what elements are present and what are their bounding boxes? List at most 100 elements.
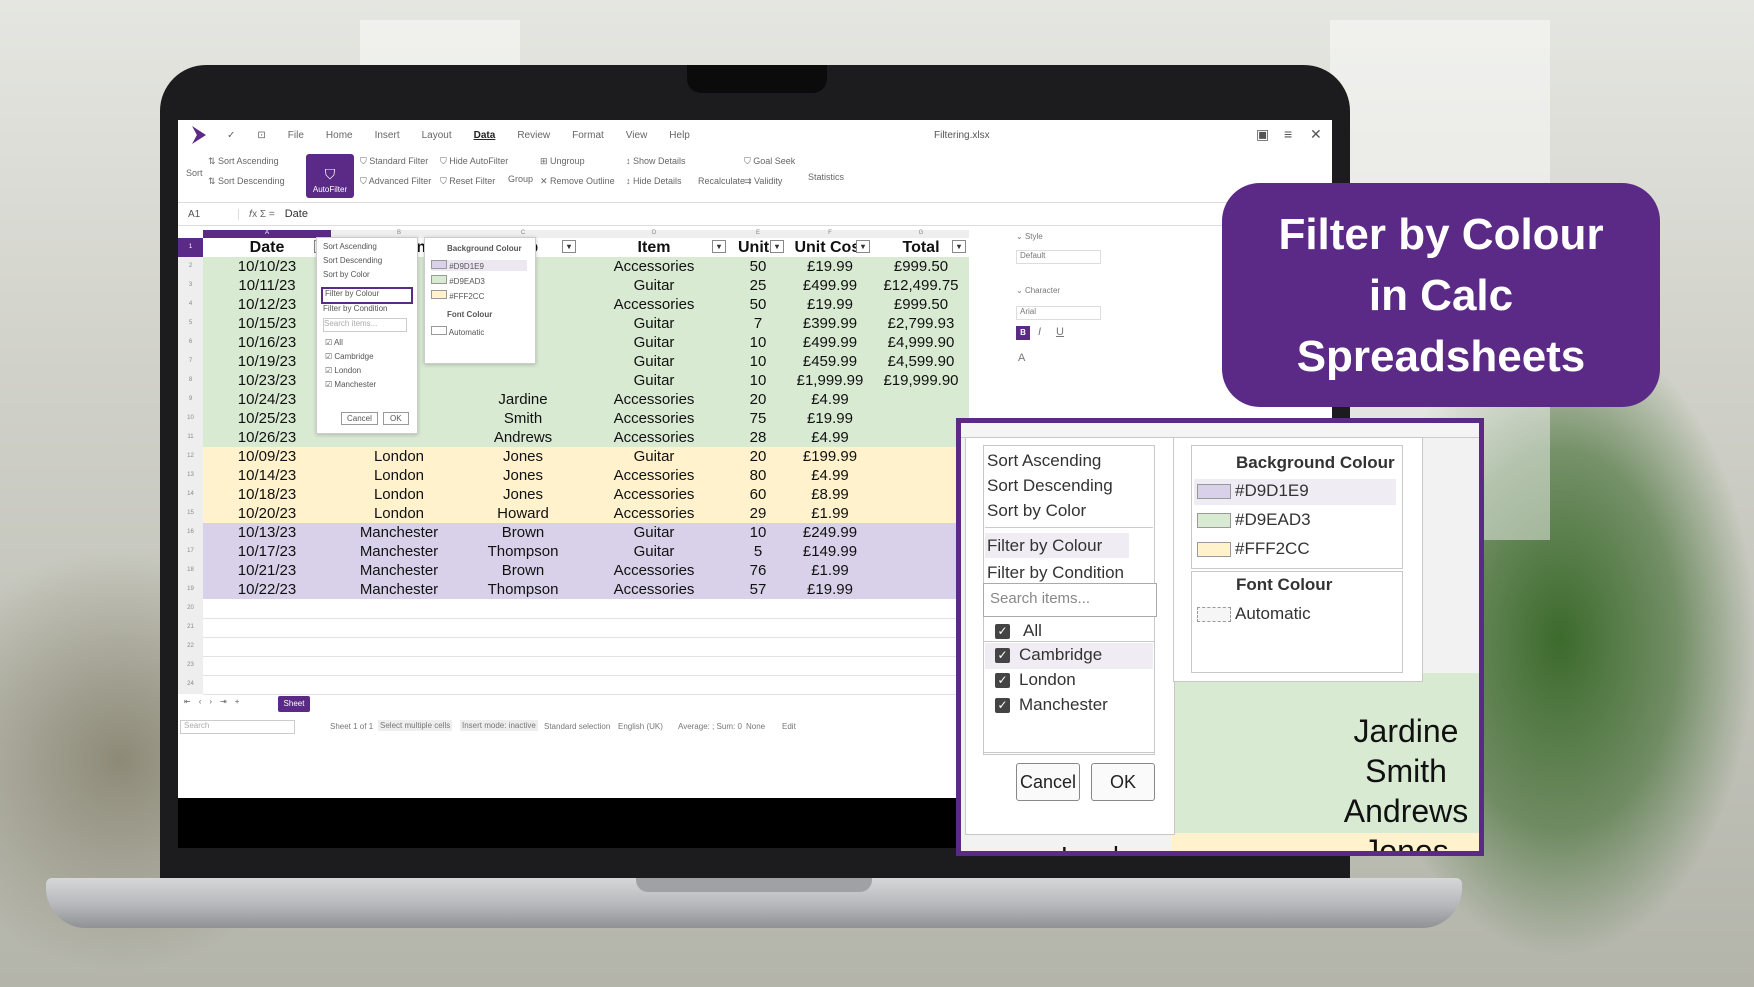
cell-total[interactable]: £999.50 — [873, 257, 969, 276]
cell-cost[interactable]: £149.99 — [787, 542, 873, 561]
close-icon[interactable]: ✕ — [1310, 126, 1322, 143]
style-select[interactable]: Default — [1016, 250, 1101, 264]
standard-filter-button[interactable]: ⛉ Standard Filter — [360, 156, 428, 167]
cell-cost[interactable]: £1.99 — [787, 561, 873, 580]
cell-date[interactable]: 10/24/23 — [203, 390, 331, 409]
cell-rep[interactable]: Jones — [467, 485, 579, 504]
colour-option-2[interactable]: #D9EAD3 — [1235, 510, 1311, 530]
mini-filter-by-colour[interactable]: Filter by Colour — [321, 287, 413, 304]
cell-date[interactable]: 10/19/23 — [203, 352, 331, 371]
row-number[interactable]: 20 — [178, 599, 203, 618]
menu-home[interactable]: Home — [326, 130, 353, 141]
cell-item[interactable]: Accessories — [579, 295, 729, 314]
status-none[interactable]: None — [746, 722, 765, 731]
header-cell-item[interactable]: Item ▾ — [579, 238, 729, 257]
cell-units[interactable]: 75 — [729, 409, 787, 428]
row-number[interactable]: 23 — [178, 656, 203, 675]
header-cell-date[interactable]: Date▾ — [203, 238, 331, 257]
cell-units[interactable]: 10 — [729, 333, 787, 352]
cell-units[interactable]: 20 — [729, 447, 787, 466]
advanced-filter-button[interactable]: ⛉ Advanced Filter — [360, 176, 431, 187]
font-color-icon[interactable]: A — [1018, 352, 1025, 364]
cell-region[interactable]: Manchester — [331, 542, 467, 561]
header-cell-cost[interactable]: Unit Cost ▾ — [787, 238, 873, 257]
checkbox-cambridge[interactable]: ✓ — [995, 648, 1010, 663]
cell-rep[interactable]: Smith — [467, 409, 579, 428]
row-number[interactable]: 10 — [178, 409, 203, 428]
cell-total[interactable] — [873, 523, 969, 542]
recalculate-button[interactable]: Recalculate — [698, 176, 745, 186]
cell-units[interactable]: 57 — [729, 580, 787, 599]
cell-total[interactable] — [873, 409, 969, 428]
cell-cost[interactable]: £19.99 — [787, 409, 873, 428]
cell-date[interactable]: 10/22/23 — [203, 580, 331, 599]
cell-total[interactable] — [873, 447, 969, 466]
filter-by-colour-item[interactable]: Filter by Colour — [985, 533, 1129, 558]
cell-total[interactable] — [873, 390, 969, 409]
validity-button[interactable]: ⇉ Validity — [744, 176, 782, 187]
colour-option-1[interactable]: #D9D1E9 — [1235, 481, 1309, 501]
mini-sort-color[interactable]: Sort by Color — [323, 270, 370, 279]
cell-units[interactable]: 10 — [729, 352, 787, 371]
menu-format[interactable]: Format — [572, 130, 604, 141]
cell-cost[interactable]: £399.99 — [787, 314, 873, 333]
menu-help[interactable]: Help — [669, 130, 690, 141]
cell-units[interactable]: 7 — [729, 314, 787, 333]
mini-sort-desc[interactable]: Sort Descending — [323, 256, 382, 265]
cell-cost[interactable]: £1,999.99 — [787, 371, 873, 390]
cell-date[interactable]: 10/16/23 — [203, 333, 331, 352]
cell-item[interactable]: Accessories — [579, 580, 729, 599]
sort-descending-item[interactable]: Sort Descending — [987, 476, 1113, 496]
cell-region[interactable]: Manchester — [331, 561, 467, 580]
formula-input[interactable]: Date — [285, 208, 308, 220]
cell-region[interactable]: London — [331, 466, 467, 485]
cell-rep[interactable]: Thompson — [467, 580, 579, 599]
mini-colour-1[interactable]: #D9D1E9 — [431, 260, 527, 271]
cell-item[interactable]: Accessories — [579, 409, 729, 428]
cell-item[interactable]: Guitar — [579, 276, 729, 295]
cell-item[interactable]: Guitar — [579, 447, 729, 466]
cell-rep[interactable]: Jones — [467, 447, 579, 466]
cell-item[interactable]: Accessories — [579, 390, 729, 409]
character-section[interactable]: ⌄ Character — [1016, 286, 1060, 295]
reset-filter-button[interactable]: ⛉ Reset Filter — [440, 176, 495, 187]
row-number[interactable]: 9 — [178, 390, 203, 409]
autofilter-dropdown-icon[interactable]: ▾ — [562, 240, 576, 253]
cell-item[interactable]: Accessories — [579, 561, 729, 580]
cell-item[interactable]: Guitar — [579, 371, 729, 390]
cell-item[interactable]: Accessories — [579, 485, 729, 504]
cell-date[interactable]: 10/12/23 — [203, 295, 331, 314]
cell-rep[interactable]: Howard — [467, 504, 579, 523]
cell-cost[interactable]: £1.99 — [787, 504, 873, 523]
filter-by-condition-item[interactable]: Filter by Condition — [987, 563, 1124, 583]
cell-total[interactable] — [873, 580, 969, 599]
cell-total[interactable] — [873, 428, 969, 447]
cell-total[interactable] — [873, 561, 969, 580]
cell-units[interactable]: 5 — [729, 542, 787, 561]
cell-cost[interactable]: £499.99 — [787, 276, 873, 295]
row-number[interactable]: 17 — [178, 542, 203, 561]
cell-units[interactable]: 10 — [729, 523, 787, 542]
header-cell-units[interactable]: Units ▾ — [729, 238, 787, 257]
sheet-tab[interactable]: Sheet — [278, 696, 310, 712]
cell-total[interactable] — [873, 542, 969, 561]
underline-icon[interactable]: U — [1056, 326, 1064, 338]
menu-data[interactable]: Data — [474, 130, 496, 141]
check-icon[interactable]: ✓ — [227, 130, 235, 141]
font-select[interactable]: Arial — [1016, 306, 1101, 320]
cell-cost[interactable]: £249.99 — [787, 523, 873, 542]
hamburger-menu-icon[interactable]: ≡ — [1284, 126, 1292, 142]
cell-cost[interactable]: £499.99 — [787, 333, 873, 352]
row-number[interactable]: 3 — [178, 276, 203, 295]
row-number[interactable]: 16 — [178, 523, 203, 542]
cell-region[interactable]: London — [331, 447, 467, 466]
row-number[interactable]: 5 — [178, 314, 203, 333]
row-number[interactable]: 4 — [178, 295, 203, 314]
sort-descending-button[interactable]: ⇅ Sort Descending — [208, 176, 285, 187]
cell-item[interactable]: Guitar — [579, 352, 729, 371]
row-number[interactable]: 14 — [178, 485, 203, 504]
row-number[interactable]: 2 — [178, 257, 203, 276]
cell-date[interactable]: 10/21/23 — [203, 561, 331, 580]
cell-cost[interactable]: £459.99 — [787, 352, 873, 371]
hide-autofilter-button[interactable]: ⛉ Hide AutoFilter — [440, 156, 508, 167]
